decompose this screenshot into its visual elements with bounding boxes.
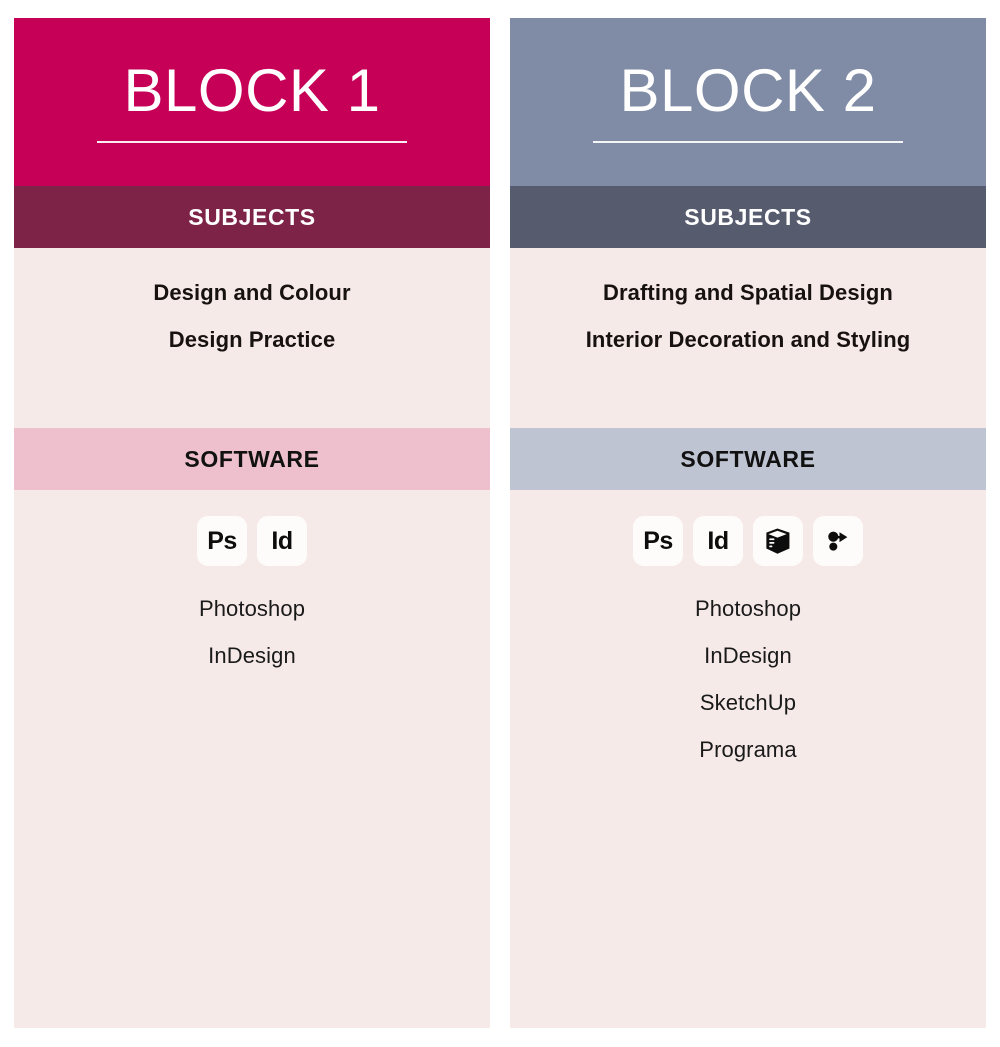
photoshop-icon-glyph: Ps	[643, 526, 673, 555]
block-1-subjects-bar: SUBJECTS	[14, 186, 490, 248]
block-2-software-icon-row: Ps Id	[510, 516, 986, 566]
indesign-icon: Id	[257, 516, 307, 566]
software-item: Programa	[699, 737, 797, 762]
block-2-subjects-bar: SUBJECTS	[510, 186, 986, 248]
indesign-icon: Id	[693, 516, 743, 566]
block-2-title: BLOCK 2	[619, 57, 877, 124]
programa-icon	[813, 516, 863, 566]
subject-item: Drafting and Spatial Design	[603, 280, 893, 305]
block-1-title-underline	[97, 141, 407, 143]
block-1-header: BLOCK 1	[14, 18, 490, 186]
block-1-title: BLOCK 1	[123, 57, 381, 124]
software-item: SketchUp	[699, 690, 797, 715]
indesign-icon-glyph: Id	[707, 526, 729, 555]
block-2-subjects-label: SUBJECTS	[684, 203, 812, 230]
software-item: Photoshop	[198, 596, 306, 621]
photoshop-icon: Ps	[633, 516, 683, 566]
indesign-icon-glyph: Id	[271, 526, 293, 555]
block-2-software-bar: SOFTWARE	[510, 428, 986, 490]
block-1-software-icon-row: Ps Id	[14, 516, 490, 566]
block-2-software-pane: Ps Id Photoshop InDesign SketchUp Progra…	[510, 490, 986, 1028]
photoshop-icon: Ps	[197, 516, 247, 566]
block-column-2: BLOCK 2 SUBJECTS Drafting and Spatial De…	[510, 18, 986, 1028]
block-2-software-label: SOFTWARE	[680, 445, 816, 472]
block-column-1: BLOCK 1 SUBJECTS Design and Colour Desig…	[14, 18, 490, 1028]
block-1-software-bar: SOFTWARE	[14, 428, 490, 490]
block-2-header: BLOCK 2	[510, 18, 986, 186]
sketchup-icon	[753, 516, 803, 566]
subject-item: Design and Colour	[153, 280, 351, 305]
block-1-subjects-label: SUBJECTS	[188, 203, 316, 230]
subject-item: Interior Decoration and Styling	[585, 327, 911, 352]
photoshop-icon-glyph: Ps	[207, 526, 237, 555]
software-item: InDesign	[208, 643, 296, 668]
block-1-software-pane: Ps Id Photoshop InDesign	[14, 490, 490, 1028]
block-2-subjects-pane: Drafting and Spatial Design Interior Dec…	[510, 248, 986, 428]
course-blocks-board: BLOCK 1 SUBJECTS Design and Colour Desig…	[0, 0, 1000, 1047]
block-2-title-underline	[593, 141, 903, 143]
software-item: Photoshop	[694, 596, 802, 621]
block-1-software-label: SOFTWARE	[184, 445, 320, 472]
software-item: InDesign	[704, 643, 792, 668]
subject-item: Design Practice	[168, 327, 336, 352]
block-1-subjects-pane: Design and Colour Design Practice	[14, 248, 490, 428]
